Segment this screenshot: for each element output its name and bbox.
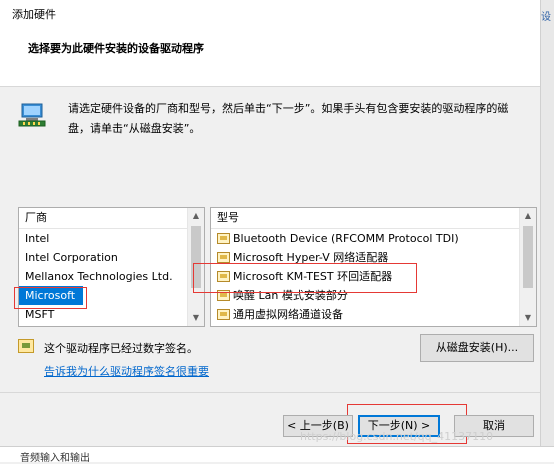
- scroll-down-icon[interactable]: ▼: [188, 310, 204, 326]
- scroll-up-icon[interactable]: ▲: [188, 208, 204, 224]
- scroll-up-icon[interactable]: ▲: [520, 208, 536, 224]
- title-bar: [0, 0, 554, 26]
- instruction-text: 请选定硬件设备的厂商和型号，然后单击“下一步”。如果手头有包含要安装的驱动程序的…: [68, 102, 509, 135]
- driver-icon: [217, 309, 230, 320]
- scroll-thumb[interactable]: [523, 226, 533, 288]
- window-title: 添加硬件: [12, 8, 56, 21]
- manufacturer-list[interactable]: 厂商 Intel Intel Corporation Mellanox Tech…: [18, 207, 205, 327]
- model-item[interactable]: 通用虚拟网络通道设备: [211, 305, 536, 324]
- background-window-edge: [540, 0, 554, 461]
- driver-icon: [217, 252, 230, 263]
- annotation-box-km-test: [193, 263, 417, 293]
- model-list-scrollbar[interactable]: ▲ ▼: [519, 208, 536, 326]
- wizard-header: [0, 26, 540, 87]
- signature-status: 这个驱动程序已经过数字签名。: [44, 342, 198, 355]
- background-tree-item: 音频输入和输出: [20, 453, 90, 464]
- wizard-header-title: 选择要为此硬件安装的设备驱动程序: [28, 42, 204, 55]
- background-window-glyph: 设: [541, 12, 551, 23]
- manufacturer-item-intel-corporation[interactable]: Intel Corporation: [19, 248, 204, 267]
- signature-info-link[interactable]: 告诉我为什么驱动程序签名很重要: [44, 363, 209, 379]
- scroll-down-icon[interactable]: ▼: [520, 310, 536, 326]
- footer-separator: [0, 392, 540, 393]
- manufacturer-item-mellanox[interactable]: Mellanox Technologies Ltd.: [19, 267, 204, 286]
- model-list-header: 型号: [211, 208, 536, 229]
- model-item[interactable]: Bluetooth Device (RFCOMM Protocol TDI): [211, 229, 536, 248]
- manufacturer-list-header: 厂商: [19, 208, 204, 229]
- hardware-device-icon: [18, 103, 46, 127]
- have-disk-button[interactable]: 从磁盘安装(H)...: [420, 334, 534, 362]
- driver-icon: [217, 233, 230, 244]
- manufacturer-item-intel[interactable]: Intel: [19, 229, 204, 248]
- certificate-icon: [18, 339, 34, 353]
- watermark-text: https://blog.csdn.net/qq_41137110: [300, 430, 494, 443]
- annotation-box-microsoft: [14, 287, 87, 309]
